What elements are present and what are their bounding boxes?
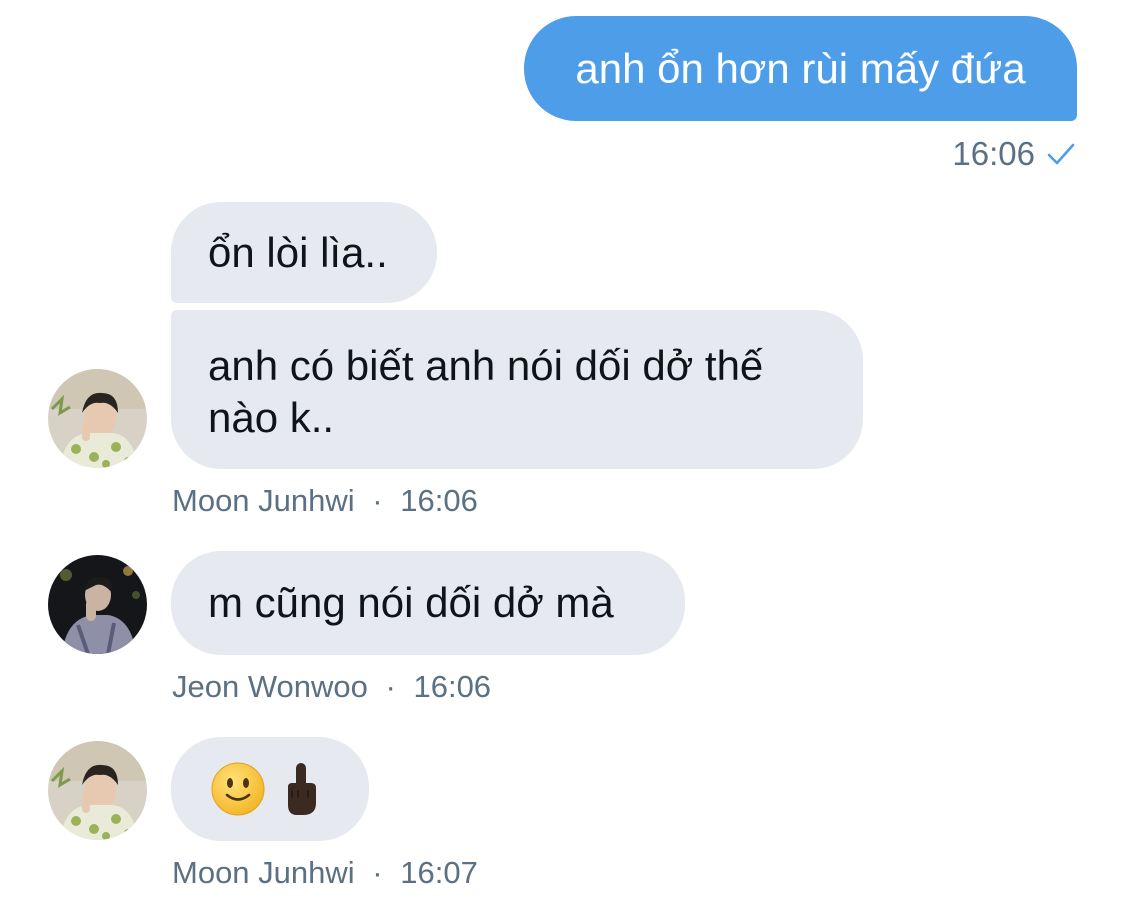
received-message-text: m cũng nói dối dở mà bbox=[208, 579, 614, 626]
received-message-text: ổn lòi lìa.. bbox=[208, 228, 388, 276]
avatar-photo-jeon-wonwoo bbox=[48, 555, 147, 654]
message-time: 16:06 bbox=[413, 669, 492, 704]
avatar[interactable] bbox=[48, 555, 147, 654]
avatar[interactable] bbox=[48, 741, 147, 840]
meta-separator: · bbox=[385, 669, 396, 704]
author-name: Moon Junhwi bbox=[172, 855, 355, 890]
avatar-photo-moon-junhwi bbox=[48, 369, 147, 468]
avatar-photo-moon-junhwi bbox=[48, 741, 147, 840]
slightly-smiling-face-emoji bbox=[211, 762, 265, 816]
message-meta: Jeon Wonwoo · 16:06 bbox=[172, 667, 491, 707]
received-message-bubble[interactable]: ổn lòi lìa.. bbox=[171, 202, 437, 303]
message-meta: Moon Junhwi · 16:07 bbox=[172, 853, 478, 893]
received-message-bubble[interactable] bbox=[171, 737, 369, 841]
sent-message-bubble[interactable]: anh ổn hơn rùi mấy đứa bbox=[524, 16, 1077, 121]
author-name: Jeon Wonwoo bbox=[172, 669, 368, 704]
sent-message-meta: 16:06 bbox=[952, 132, 1075, 176]
check-icon bbox=[1047, 142, 1075, 166]
message-time: 16:07 bbox=[400, 855, 478, 890]
middle-finger-dark-skin-emoji bbox=[281, 761, 321, 817]
sent-message-text: anh ổn hơn rùi mấy đứa bbox=[575, 45, 1026, 92]
message-time: 16:06 bbox=[400, 483, 478, 518]
message-meta: Moon Junhwi · 16:06 bbox=[172, 481, 478, 521]
received-message-bubble[interactable]: anh có biết anh nói dối dở thế nào k.. bbox=[171, 310, 863, 469]
avatar[interactable] bbox=[48, 369, 147, 468]
received-message-bubble[interactable]: m cũng nói dối dở mà bbox=[171, 551, 685, 655]
meta-separator: · bbox=[372, 855, 383, 890]
received-message-text: anh có biết anh nói dối dở thế nào k.. bbox=[208, 342, 764, 441]
author-name: Moon Junhwi bbox=[172, 483, 355, 518]
sent-message-time: 16:06 bbox=[952, 135, 1035, 172]
meta-separator: · bbox=[372, 483, 383, 518]
